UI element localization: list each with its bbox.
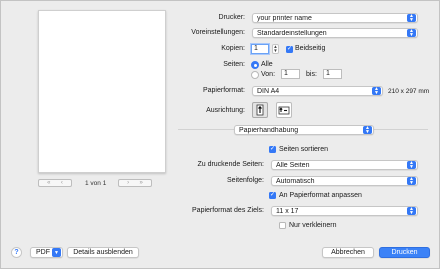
pages-all-radio[interactable] — [251, 61, 259, 69]
printer-value: your printer name — [257, 14, 312, 22]
pages-to-print-value: Alle Seiten — [276, 161, 310, 169]
pages-from-field[interactable]: 1 — [281, 69, 300, 79]
paper-size-label: Papierformat: — [202, 87, 245, 94]
print-preview-page — [38, 10, 166, 173]
preview-forward-buttons[interactable]: › » — [118, 179, 152, 187]
scale-to-fit-label: An Papierformat anpassen — [279, 192, 362, 199]
chevron-updown-icon: ▲ ▼ — [372, 87, 381, 95]
portrait-icon — [256, 104, 264, 116]
scale-to-fit-checkbox[interactable]: ✓ — [269, 192, 276, 199]
destination-paper-label: Papierformat des Ziels: — [192, 207, 264, 214]
print-button[interactable]: Drucken — [379, 247, 430, 258]
chevron-updown-icon: ▲ ▼ — [407, 29, 416, 37]
page-order-label: Seitenfolge: — [227, 177, 264, 184]
printer-select[interactable]: your printer name ▲ ▼ — [252, 13, 418, 23]
chevron-updown-icon: ▲ ▼ — [363, 126, 372, 134]
duplex-checkbox[interactable]: ✓ — [286, 46, 293, 53]
pdf-label: PDF — [36, 249, 50, 256]
paper-size-select[interactable]: DIN A4 ▲ ▼ — [252, 86, 383, 96]
paper-dimensions: 210 x 297 mm — [388, 88, 430, 95]
page-indicator: 1 von 1 — [85, 180, 107, 187]
printer-label: Drucker: — [218, 14, 245, 21]
page-order-select[interactable]: Automatisch ▲ ▼ — [271, 176, 418, 186]
pages-to-field[interactable]: 1 — [323, 69, 342, 79]
presets-select[interactable]: Standardeinstellungen ▲ ▼ — [252, 28, 418, 38]
duplex-label: Beidseitig — [295, 45, 326, 52]
chevron-updown-icon: ▲ ▼ — [407, 14, 416, 22]
pages-to-print-label: Zu druckende Seiten: — [197, 161, 264, 168]
destination-paper-value: 11 x 17 — [276, 207, 299, 215]
copies-field[interactable]: 1 — [251, 44, 269, 54]
help-button[interactable]: ? — [11, 247, 22, 258]
previous-page-icon[interactable]: ‹ — [61, 180, 63, 186]
collate-label: Seiten sortieren — [279, 146, 329, 153]
landscape-button[interactable] — [276, 102, 292, 118]
paper-size-value: DIN A4 — [257, 87, 280, 95]
chevron-down-icon: ▼ — [52, 248, 61, 257]
landscape-icon — [278, 106, 290, 115]
last-page-icon[interactable]: » — [139, 180, 142, 186]
pdf-menu-button[interactable]: PDF ▼ — [30, 247, 63, 258]
collate-checkbox[interactable]: ✓ — [269, 146, 276, 153]
pages-to-label: bis: — [306, 71, 317, 78]
copies-stepper[interactable]: ▲ ▼ — [272, 44, 279, 54]
presets-value: Standardeinstellungen — [257, 29, 327, 37]
pages-range-radio[interactable] — [251, 71, 259, 79]
next-page-icon[interactable]: › — [127, 180, 129, 186]
pages-all-label: Alle — [261, 61, 273, 68]
orientation-label: Ausrichtung: — [206, 107, 245, 114]
scale-down-only-label: Nur verkleinern — [289, 222, 337, 229]
section-select[interactable]: Papierhandhabung ▲ ▼ — [234, 125, 374, 135]
pages-to-print-select[interactable]: Alle Seiten ▲ ▼ — [271, 160, 418, 170]
scale-down-only-checkbox[interactable] — [279, 222, 286, 229]
hide-details-button[interactable]: Details ausblenden — [67, 247, 139, 258]
cancel-button[interactable]: Abbrechen — [322, 247, 374, 258]
chevron-updown-icon: ▲ ▼ — [407, 161, 416, 169]
chevron-updown-icon: ▲ ▼ — [407, 207, 416, 215]
section-value: Papierhandhabung — [239, 126, 299, 134]
pages-from-label: Von: — [261, 71, 276, 78]
destination-paper-select[interactable]: 11 x 17 ▲ ▼ — [271, 206, 418, 216]
page-order-value: Automatisch — [276, 177, 315, 185]
print-dialog: « ‹ 1 von 1 › » Drucker: your printer na… — [0, 0, 440, 269]
portrait-button[interactable] — [252, 102, 268, 118]
preview-back-buttons[interactable]: « ‹ — [38, 179, 72, 187]
chevron-updown-icon: ▲ ▼ — [407, 177, 416, 185]
first-page-icon[interactable]: « — [47, 180, 50, 186]
copies-label: Kopien: — [221, 45, 245, 52]
presets-label: Voreinstellungen: — [191, 29, 245, 36]
pages-label: Seiten: — [223, 61, 245, 68]
